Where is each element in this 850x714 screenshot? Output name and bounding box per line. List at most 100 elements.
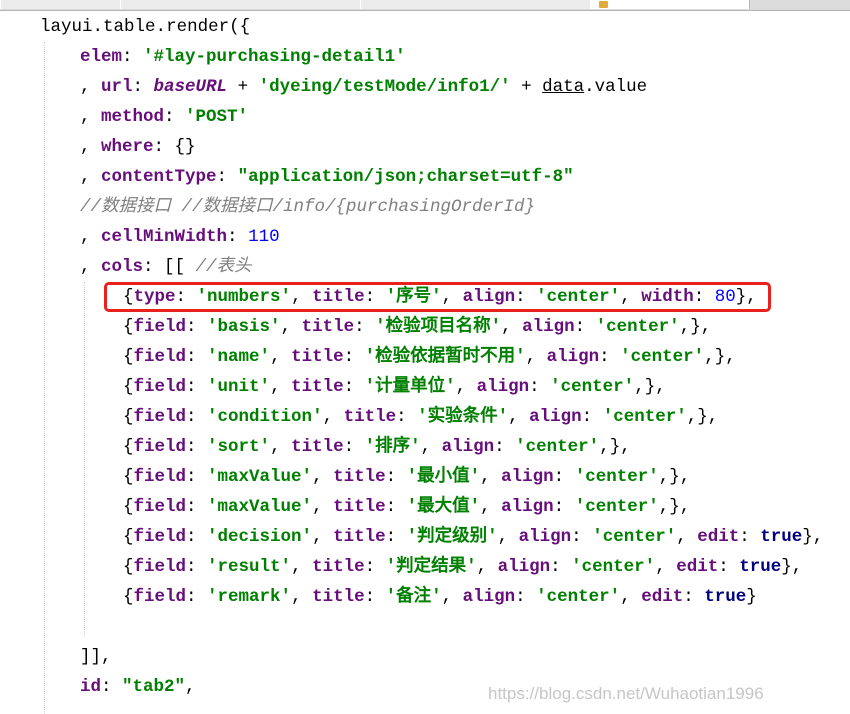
- code-token: 'center': [620, 347, 705, 367]
- code-token: :: [343, 377, 365, 397]
- code-token: ,: [291, 587, 313, 607]
- code-token: true: [704, 587, 747, 607]
- code-token: :: [739, 527, 761, 547]
- code-token: 'center': [602, 407, 687, 427]
- code-line: {field: 'result', title: '判定结果', align: …: [123, 552, 802, 582]
- editor-tab[interactable]: [360, 0, 592, 9]
- code-line: , url: baseURL + 'dyeing/testMode/info1/…: [80, 72, 647, 102]
- code-line: layui.table.render({: [40, 12, 250, 42]
- code-token: {: [123, 347, 134, 367]
- code-token: url: [101, 77, 133, 97]
- code-line: , cols: [[ //表头: [80, 252, 252, 282]
- code-token: align: [518, 527, 572, 547]
- code-token: :: [683, 587, 705, 607]
- code-token: field: [133, 317, 187, 337]
- code-line: {field: 'remark', title: '备注', align: 'c…: [123, 582, 757, 612]
- code-token: align: [546, 347, 600, 367]
- code-token: ,: [80, 107, 102, 127]
- editor-tab[interactable]: [120, 0, 362, 9]
- code-token: ,: [80, 137, 102, 157]
- code-token: ,: [620, 587, 642, 607]
- code-token: :: [343, 437, 365, 457]
- watermark: https://blog.csdn.net/Wuhaotian1996: [488, 684, 764, 703]
- code-token: 'center': [574, 467, 659, 487]
- editor-tab[interactable]: [0, 0, 122, 9]
- javascript-file-icon: [599, 1, 608, 8]
- code-token: data: [542, 77, 585, 97]
- code-token: ,: [291, 557, 313, 577]
- code-token: edit: [676, 557, 719, 577]
- code-token: :: [164, 107, 186, 127]
- code-token: ,: [80, 227, 102, 247]
- code-token: :: [515, 587, 537, 607]
- code-token: '最小值': [406, 467, 481, 487]
- indent-guide: [44, 42, 45, 714]
- code-token: true: [760, 527, 803, 547]
- code-token: :: [132, 77, 154, 97]
- code-token: :: [385, 467, 407, 487]
- code-token: //数据接口 //数据接口/info/{purchasingOrderId}: [80, 197, 536, 217]
- code-token: :: [364, 557, 386, 577]
- code-token: '计量单位': [364, 377, 456, 397]
- code-token: :: [101, 677, 123, 697]
- code-token: title: [312, 587, 365, 607]
- code-token: +: [227, 77, 259, 97]
- code-token: .: [584, 77, 595, 97]
- code-token: edit: [641, 587, 684, 607]
- code-token: '检验项目名称': [375, 317, 502, 337]
- code-token: '判定级别': [406, 527, 498, 547]
- code-token: :: [186, 407, 208, 427]
- code-token: align: [497, 557, 551, 577]
- code-token: :: [553, 497, 575, 517]
- code-token: ,: [508, 407, 530, 427]
- code-token: align: [522, 317, 575, 337]
- code-token: field: [133, 377, 187, 397]
- editor-tab-active[interactable]: [590, 0, 750, 9]
- code-token: field: [133, 347, 187, 367]
- code-token: title: [333, 497, 386, 517]
- code-token: ,: [480, 467, 502, 487]
- code-token: 'center': [515, 437, 600, 457]
- code-token: title: [343, 407, 397, 427]
- code-token: ,: [80, 167, 102, 187]
- code-token: ,: [312, 467, 334, 487]
- code-token: 'condition': [207, 407, 323, 427]
- code-token: align: [529, 407, 582, 427]
- code-token: ,: [322, 407, 344, 427]
- code-token: '实验条件': [417, 407, 509, 427]
- code-token: title: [301, 317, 355, 337]
- code-token: 'basis': [207, 317, 281, 337]
- code-line: {field: 'condition', title: '实验条件', alig…: [123, 402, 718, 432]
- code-line: {field: 'basis', title: '检验项目名称', align:…: [123, 312, 711, 342]
- code-token: title: [312, 557, 365, 577]
- code-token: :: [227, 227, 249, 247]
- code-token: ({: [229, 17, 251, 37]
- code-token: '备注': [385, 587, 442, 607]
- code-token: 'maxValue': [207, 497, 313, 517]
- code-token: {: [123, 437, 134, 457]
- code-token: ,: [420, 437, 442, 457]
- code-token: field: [133, 587, 187, 607]
- code-token: ,: [441, 587, 463, 607]
- code-token: ,: [501, 317, 523, 337]
- code-token: align: [476, 377, 530, 397]
- code-token: 'maxValue': [207, 467, 313, 487]
- code-token: 'sort': [207, 437, 271, 457]
- code-token: field: [133, 437, 187, 457]
- code-token: : {}: [153, 137, 196, 157]
- code-token: contentType: [101, 167, 217, 187]
- code-token: elem: [80, 47, 123, 67]
- code-token: 110: [248, 227, 280, 247]
- code-token: ,},: [686, 407, 719, 427]
- code-token: {: [123, 407, 134, 427]
- code-token: {: [123, 467, 134, 487]
- code-token: :: [574, 317, 596, 337]
- code-token: ,: [455, 377, 477, 397]
- code-line: ]],: [80, 642, 112, 672]
- code-token: edit: [697, 527, 740, 547]
- code-token: +: [510, 77, 543, 97]
- code-token: "application/json;charset=utf-8": [237, 167, 574, 187]
- code-token: method: [101, 107, 165, 127]
- highlight-box: [104, 282, 771, 312]
- code-token: .: [155, 17, 167, 37]
